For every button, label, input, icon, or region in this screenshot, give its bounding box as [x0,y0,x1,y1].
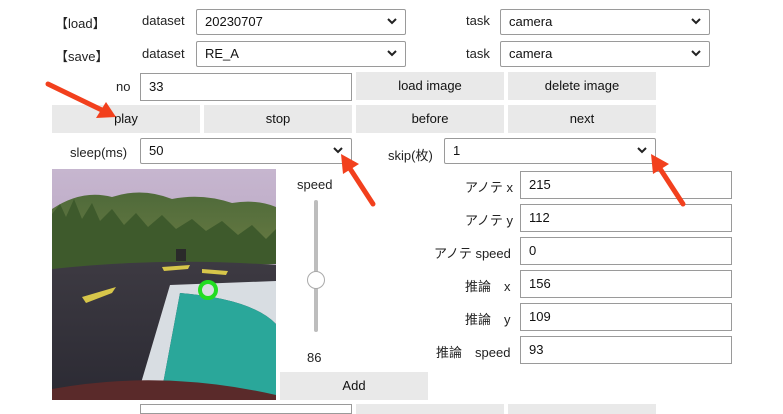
annotation-y-value: 112 [529,210,550,225]
save-task-label: task [466,46,490,61]
inference-speed-label: 推論 speed [436,345,511,360]
load-section-label: 【load】 [55,16,106,31]
inference-y-input[interactable]: 109 [520,303,732,331]
inference-x-input[interactable]: 156 [520,270,732,298]
inference-y-value: 109 [529,309,551,324]
annotation-speed-label: アノテ speed [434,246,511,261]
inference-speed-value: 93 [529,342,544,357]
annotation-x-label: アノテ x [465,180,513,195]
inference-x-value: 156 [529,276,551,291]
save-task-select[interactable]: camera [500,41,710,67]
load-task-value: camera [509,14,553,29]
save-dataset-select[interactable]: RE_A [196,41,406,67]
speed-slider-track[interactable] [314,200,318,332]
load-image-button[interactable]: load image [356,72,504,100]
skip-select[interactable]: 1 [444,138,656,164]
chevron-down-icon [387,18,397,25]
speed-slider-thumb[interactable] [307,271,325,289]
load-task-label: task [466,13,490,28]
save-dataset-value: RE_A [205,46,239,61]
load-task-select[interactable]: camera [500,9,710,35]
save-dataset-label: dataset [142,46,185,61]
chevron-down-icon [387,50,397,57]
load-dataset-select[interactable]: 20230707 [196,9,406,35]
chevron-down-icon [691,50,701,57]
add-button[interactable]: Add [280,372,428,400]
annotation-speed-value: 0 [529,243,537,258]
sleep-select[interactable]: 50 [140,138,352,164]
inference-x-label: 推論 x [465,279,511,294]
speed-slider-label: speed [297,177,333,192]
save-section-label: 【save】 [55,49,109,64]
before-button[interactable]: before [356,105,504,133]
chevron-down-icon [691,18,701,25]
annotation-y-input[interactable]: 112 [520,204,732,232]
inference-y-label: 推論 y [465,312,511,327]
arrow-icon [341,154,376,207]
annotation-y-label: アノテ y [465,213,513,228]
sleep-value: 50 [149,143,164,158]
skip-value: 1 [453,143,461,158]
annotation-x-input[interactable]: 215 [520,171,732,199]
annotation-x-value: 215 [529,177,551,192]
camera-image[interactable] [52,169,276,400]
no-input[interactable]: 33 [140,73,352,101]
load-dataset-label: dataset [142,13,185,28]
sleep-label: sleep(ms) [70,145,128,160]
inference-speed-input[interactable]: 93 [520,336,732,364]
no-value: 33 [149,79,164,94]
skip-label: skip(枚) [388,148,433,163]
bottom-button-partial[interactable] [356,404,504,414]
bottom-button-partial-2[interactable] [508,404,656,414]
delete-image-button[interactable]: delete image [508,72,656,100]
speed-slider-value: 86 [307,350,322,365]
load-dataset-value: 20230707 [205,14,263,29]
arrow-icon [45,81,116,118]
stop-button[interactable]: stop [204,105,352,133]
annotation-speed-input[interactable]: 0 [520,237,732,265]
track-scene-image [52,169,276,400]
arrow-icon [651,154,686,207]
bottom-input-partial[interactable] [140,404,352,414]
save-task-value: camera [509,46,553,61]
next-button[interactable]: next [508,105,656,133]
